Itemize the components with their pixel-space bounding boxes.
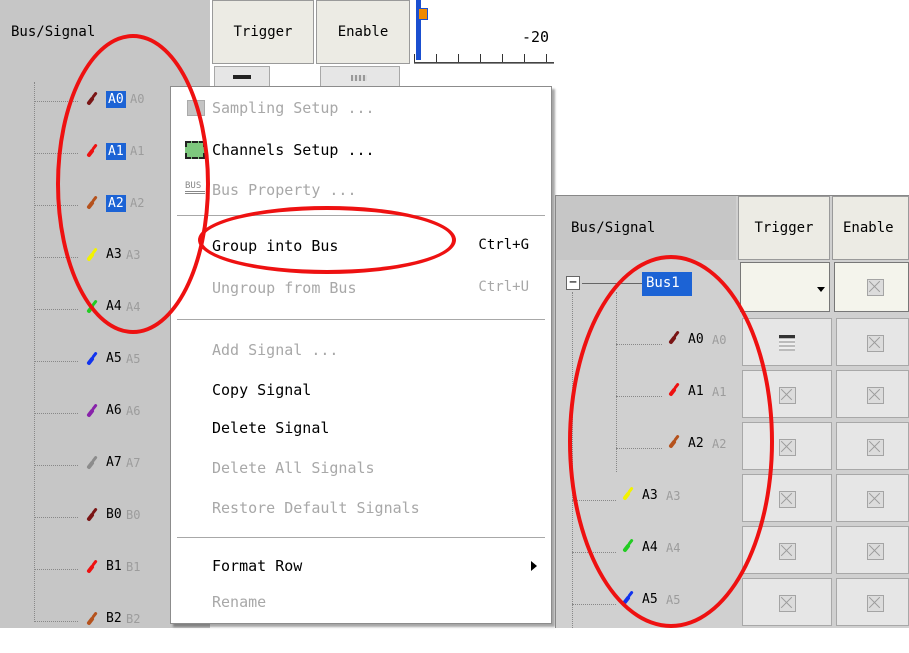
- enable-x-icon: [867, 335, 884, 352]
- signal-alias: A7: [126, 456, 141, 470]
- menu-item-sampling-setup[interactable]: Sampling Setup ...: [171, 97, 551, 121]
- enable-pattern-icon: [351, 75, 367, 81]
- tree-guide: [34, 361, 78, 362]
- menu-item-add-signal[interactable]: Add Signal ...: [171, 339, 551, 363]
- menu-item-bus-property[interactable]: BUS Bus Property ...: [171, 179, 551, 203]
- trigger-x-icon: [779, 439, 796, 456]
- signal-name: B2: [106, 611, 122, 626]
- right-bus-signal-header-label: Bus/Signal: [571, 220, 656, 236]
- tree-guide: [34, 569, 78, 570]
- highlight-ring-bus-group: [568, 255, 774, 628]
- enable-x-icon: [867, 279, 884, 296]
- enable-x-icon: [867, 387, 884, 404]
- timeline-ticks: [414, 54, 554, 62]
- context-menu: Sampling Setup ... Channels Setup ... BU…: [170, 86, 552, 624]
- enable-cell[interactable]: [836, 370, 909, 418]
- tree-vertical-guide: [34, 82, 35, 622]
- probe-icon: [86, 564, 95, 574]
- enable-cell[interactable]: [836, 422, 909, 470]
- enable-cell[interactable]: [836, 578, 909, 626]
- bus-trigger-dropdown[interactable]: [740, 262, 830, 312]
- tree-guide: [34, 309, 78, 310]
- trigger-cell[interactable]: [742, 578, 832, 626]
- enable-x-icon: [867, 439, 884, 456]
- menu-item-channels-setup[interactable]: Channels Setup ...: [171, 139, 551, 163]
- tree-guide: [34, 413, 78, 414]
- left-trigger-header[interactable]: Trigger: [212, 0, 314, 64]
- signal-name: B0: [106, 507, 122, 522]
- collapse-glyph: −: [569, 275, 577, 290]
- dropdown-arrow-icon: [817, 287, 825, 292]
- trigger-x-icon: [779, 543, 796, 560]
- left-enable-header-label: Enable: [337, 24, 389, 40]
- timeline-ruler[interactable]: -20: [414, 0, 554, 64]
- menu-item-delete-all-signals[interactable]: Delete All Signals: [171, 457, 551, 481]
- signal-name: B1: [106, 559, 122, 574]
- right-enable-header[interactable]: Enable: [832, 196, 909, 260]
- tree-guide: [572, 604, 616, 605]
- right-bus-signal-header[interactable]: Bus/Signal: [556, 196, 736, 260]
- signal-name: A5: [106, 351, 122, 366]
- tree-guide: [34, 517, 78, 518]
- left-trigger-header-label: Trigger: [233, 24, 293, 40]
- signal-alias: B0: [126, 508, 141, 522]
- menu-item-delete-signal[interactable]: Delete Signal: [171, 417, 551, 441]
- trigger-x-icon: [779, 387, 796, 404]
- signal-alias: B1: [126, 560, 141, 574]
- enable-cell[interactable]: [836, 474, 909, 522]
- tree-guide: [34, 465, 78, 466]
- probe-icon: [86, 512, 95, 522]
- trigger-x-icon: [779, 595, 796, 612]
- trigger-x-icon: [779, 491, 796, 508]
- timeline-cursor-flag: [418, 8, 428, 20]
- menu-item-restore-default-signals[interactable]: Restore Default Signals: [171, 497, 551, 521]
- timeline-axis: [414, 62, 554, 63]
- probe-icon: [86, 460, 95, 470]
- right-enable-header-label: Enable: [843, 220, 894, 236]
- menu-item-format-row[interactable]: Format Row: [171, 555, 551, 579]
- menu-item-rename[interactable]: Rename: [171, 591, 551, 615]
- trigger-dontcare-icon: [779, 335, 795, 351]
- highlight-ring-selected-signals: [56, 34, 210, 334]
- timeline-tick-label: -20: [522, 28, 550, 46]
- probe-icon: [86, 356, 95, 366]
- trigger-dontcare-icon: [233, 75, 251, 79]
- bus-collapse-toggle[interactable]: −: [566, 276, 580, 290]
- menu-item-ungroup-from-bus[interactable]: Ungroup from Bus Ctrl+U: [171, 277, 551, 301]
- signal-alias: B2: [126, 612, 141, 626]
- menu-separator: [177, 319, 545, 321]
- enable-x-icon: [867, 491, 884, 508]
- submenu-arrow-icon: [531, 561, 537, 571]
- menu-separator: [177, 537, 545, 539]
- enable-x-icon: [867, 595, 884, 612]
- enable-cell[interactable]: [836, 318, 909, 366]
- signal-alias: A6: [126, 404, 141, 418]
- left-bus-signal-header-label: Bus/Signal: [11, 24, 96, 40]
- probe-icon: [86, 616, 95, 626]
- tree-guide: [34, 621, 78, 622]
- highlight-ring-group-into-bus: [198, 206, 456, 274]
- bus-enable-cell[interactable]: [834, 262, 909, 312]
- signal-name: A7: [106, 455, 122, 470]
- probe-icon: [86, 408, 95, 418]
- menu-item-copy-signal[interactable]: Copy Signal: [171, 379, 551, 403]
- enable-cell[interactable]: [836, 526, 909, 574]
- right-trigger-header[interactable]: Trigger: [738, 196, 830, 260]
- signal-alias: A5: [126, 352, 141, 366]
- signal-name: A6: [106, 403, 122, 418]
- left-enable-header[interactable]: Enable: [316, 0, 410, 64]
- right-trigger-header-label: Trigger: [754, 220, 814, 236]
- enable-x-icon: [867, 543, 884, 560]
